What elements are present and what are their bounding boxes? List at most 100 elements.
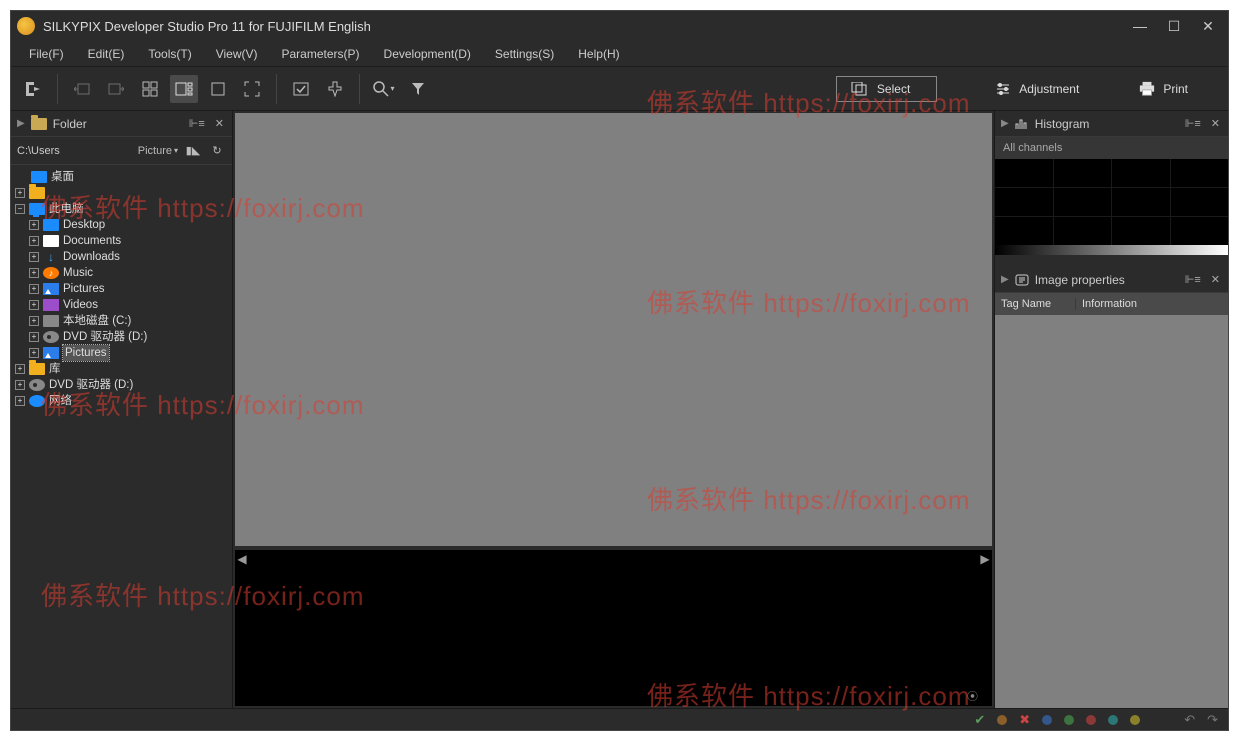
panel-pin-icon[interactable]: ⊩≡ (187, 117, 207, 130)
thumb-scroll-right-icon[interactable]: ▶ (978, 550, 992, 706)
tree-node-music[interactable]: +♪Music (13, 265, 230, 281)
filter-icon[interactable] (404, 75, 432, 103)
close-button[interactable]: ✕ (1200, 18, 1216, 35)
tree-node-library[interactable]: +库 (13, 361, 230, 377)
fullscreen-icon[interactable] (238, 75, 266, 103)
panel-close-icon[interactable]: ✕ (1209, 117, 1222, 130)
histogram-gradient (995, 245, 1228, 255)
status-bar: ✔ ✖ ↶ ↷ (11, 708, 1228, 730)
status-dot-cyan[interactable] (1108, 715, 1118, 725)
tree-node-desktop-folder[interactable]: +Desktop (13, 217, 230, 233)
prev-image-icon[interactable] (68, 75, 96, 103)
folder-panel: ▶ Folder ⊩≡ ✕ C:\Users Picture▾ ▮◣ ↻ 桌面 … (11, 111, 233, 708)
tree-node-network[interactable]: +网络 (13, 393, 230, 409)
tree-node-videos[interactable]: +Videos (13, 297, 230, 313)
redo-icon[interactable]: ↷ (1207, 712, 1218, 728)
thumb-pin-icon[interactable]: ⦿ (967, 688, 978, 704)
mode-print-button[interactable]: Print (1127, 75, 1200, 103)
maximize-button[interactable]: ☐ (1166, 18, 1182, 35)
menu-view[interactable]: View(V) (206, 44, 268, 64)
menu-file[interactable]: File(F) (19, 44, 74, 64)
folder-panel-title: Folder (53, 117, 87, 131)
histogram-panel-header: ▶ Histogram ⊩≡ ✕ (995, 111, 1228, 137)
panel-close-icon[interactable]: ✕ (213, 117, 226, 130)
minimize-button[interactable]: — (1132, 18, 1148, 35)
folder-icon (31, 118, 47, 130)
app-window: SILKYPIX Developer Studio Pro 11 for FUJ… (10, 10, 1229, 731)
undo-icon[interactable]: ↶ (1184, 712, 1195, 728)
tree-node-local-disk[interactable]: +本地磁盘 (C:) (13, 313, 230, 329)
path-bar: C:\Users Picture▾ ▮◣ ↻ (11, 137, 232, 165)
toolbar: ▾ Select Adjustment Print (11, 67, 1228, 111)
menu-settings[interactable]: Settings(S) (485, 44, 564, 64)
menu-development[interactable]: Development(D) (374, 44, 481, 64)
panel-pin-icon[interactable]: ⊩≡ (1183, 273, 1203, 286)
panel-close-icon[interactable]: ✕ (1209, 273, 1222, 286)
toolbar-separator (57, 74, 58, 104)
image-properties-title: Image properties (1035, 273, 1125, 287)
status-check-icon[interactable]: ✔ (974, 712, 985, 728)
toolbar-separator (359, 74, 360, 104)
status-dot-orange[interactable] (997, 715, 1007, 725)
search-icon[interactable]: ▾ (370, 75, 398, 103)
toolbar-separator (276, 74, 277, 104)
status-x-icon[interactable]: ✖ (1019, 712, 1030, 728)
histogram-title: Histogram (1035, 117, 1090, 131)
tree-node-pictures[interactable]: +Pictures (13, 281, 230, 297)
right-panel: ▶ Histogram ⊩≡ ✕ All channels ▶ (994, 111, 1228, 708)
status-dot-blue[interactable] (1042, 715, 1052, 725)
folder-tree[interactable]: 桌面 + −此电脑 +Desktop +Documents +↓Download… (11, 165, 232, 708)
select-label: Select (877, 82, 910, 96)
picture-filter-select[interactable]: Picture▾ (138, 145, 178, 157)
column-tag-name[interactable]: Tag Name (995, 298, 1075, 310)
combo-view-icon[interactable] (170, 75, 198, 103)
menu-edit[interactable]: Edit(E) (78, 44, 135, 64)
chevron-right-icon[interactable]: ▶ (1001, 118, 1009, 129)
export-icon[interactable] (19, 75, 47, 103)
adjustment-icon (995, 81, 1011, 97)
select-icon (851, 82, 867, 96)
center-panel: ◀ ▶ ⦿ (233, 111, 994, 708)
next-image-icon[interactable] (102, 75, 130, 103)
column-information[interactable]: Information (1075, 298, 1228, 310)
tree-node-unnamed-folder[interactable]: + (13, 185, 230, 201)
histogram-channel-select[interactable]: All channels (995, 137, 1228, 159)
check-view-icon[interactable] (287, 75, 315, 103)
status-dot-red[interactable] (1086, 715, 1096, 725)
histogram-icon (1015, 118, 1029, 130)
grid-view-icon[interactable] (136, 75, 164, 103)
mode-select-button[interactable]: Select (836, 76, 937, 102)
histogram-body (995, 159, 1228, 245)
window-title: SILKYPIX Developer Studio Pro 11 for FUJ… (43, 19, 1132, 34)
properties-columns-header: Tag Name Information (995, 293, 1228, 315)
preview-area[interactable] (235, 113, 992, 546)
tree-node-downloads[interactable]: +↓Downloads (13, 249, 230, 265)
tree-node-this-pc[interactable]: −此电脑 (13, 201, 230, 217)
mode-adjustment-button[interactable]: Adjustment (983, 75, 1091, 103)
menu-parameters[interactable]: Parameters(P) (272, 44, 370, 64)
refresh-icon[interactable]: ↻ (208, 144, 226, 157)
menu-help[interactable]: Help(H) (568, 44, 629, 64)
current-path: C:\Users (17, 145, 132, 157)
chevron-right-icon[interactable]: ▶ (1001, 274, 1009, 285)
panel-pin-icon[interactable]: ⊩≡ (1183, 117, 1203, 130)
tree-node-desktop[interactable]: 桌面 (13, 169, 230, 185)
single-view-icon[interactable] (204, 75, 232, 103)
marker-icon[interactable] (321, 75, 349, 103)
tree-node-pictures-selected[interactable]: +Pictures (13, 345, 230, 361)
open-folder-icon[interactable]: ▮◣ (184, 144, 202, 157)
chevron-right-icon[interactable]: ▶ (17, 118, 25, 129)
tree-node-dvd-drive[interactable]: +DVD 驱动器 (D:) (13, 329, 230, 345)
folder-panel-header: ▶ Folder ⊩≡ ✕ (11, 111, 232, 137)
thumb-scroll-left-icon[interactable]: ◀ (235, 550, 249, 706)
menu-bar: File(F) Edit(E) Tools(T) View(V) Paramet… (11, 41, 1228, 67)
adjustment-label: Adjustment (1019, 82, 1079, 96)
properties-icon (1015, 274, 1029, 286)
status-dot-yellow[interactable] (1130, 715, 1140, 725)
menu-tools[interactable]: Tools(T) (138, 44, 201, 64)
tree-node-documents[interactable]: +Documents (13, 233, 230, 249)
status-dot-green[interactable] (1064, 715, 1074, 725)
main-area: ▶ Folder ⊩≡ ✕ C:\Users Picture▾ ▮◣ ↻ 桌面 … (11, 111, 1228, 708)
thumbnail-strip[interactable]: ◀ ▶ ⦿ (235, 550, 992, 706)
tree-node-dvd-drive-2[interactable]: +DVD 驱动器 (D:) (13, 377, 230, 393)
